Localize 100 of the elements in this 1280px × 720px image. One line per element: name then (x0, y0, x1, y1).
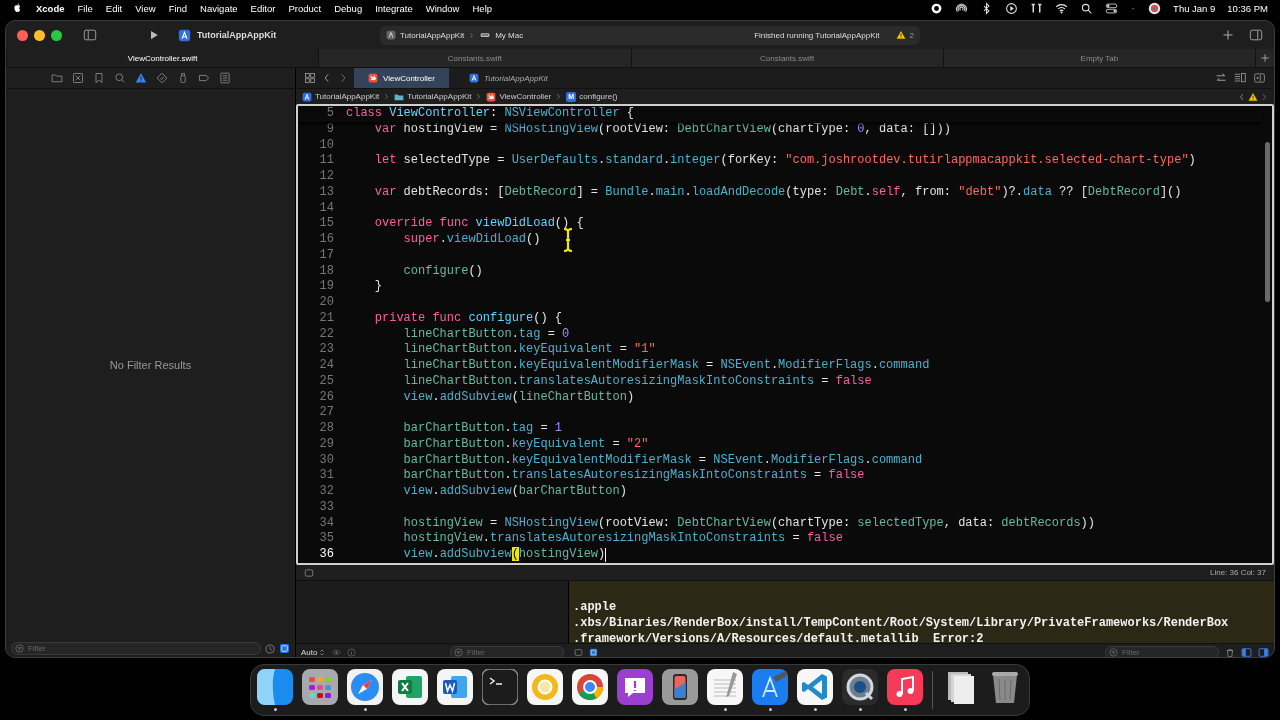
left-panel-icon[interactable] (1241, 647, 1252, 657)
line-number: 10 (318, 137, 335, 154)
x-square-icon[interactable] (71, 72, 84, 84)
line-number: 30 (318, 452, 335, 469)
computer-icon (479, 30, 492, 40)
menu-item[interactable]: Find (168, 2, 188, 14)
menu-item[interactable]: Edit (105, 2, 123, 14)
earbuds-icon[interactable] (1030, 1, 1044, 15)
airdrop-icon[interactable] (955, 1, 969, 15)
breadcrumb-item[interactable]: ViewController (499, 92, 552, 101)
swap-icon[interactable] (1215, 72, 1227, 84)
spreadsheet-icon[interactable] (392, 669, 428, 705)
grid-icon[interactable] (304, 72, 316, 84)
phone-icon[interactable] (662, 669, 698, 705)
app-icon (386, 30, 396, 40)
destination-selector[interactable]: My Mac (495, 30, 524, 40)
line-number: 33 (318, 499, 335, 516)
notepad-icon[interactable] (707, 669, 743, 705)
plus-icon[interactable] (1222, 29, 1234, 41)
close-button[interactable] (17, 29, 28, 41)
ring-icon[interactable] (527, 669, 563, 705)
right-panel-icon[interactable] (1258, 647, 1269, 657)
scope-selector[interactable]: Auto (301, 648, 327, 657)
minimap-icon[interactable] (1233, 72, 1247, 84)
warning-icon[interactable] (134, 72, 147, 84)
line-number: 12 (318, 169, 335, 185)
chevron-icon (468, 30, 476, 40)
code-line: view.addSubview(lineChartButton) (403, 389, 635, 406)
search-icon[interactable] (1080, 1, 1094, 15)
browser-wheel-icon[interactable] (572, 669, 608, 705)
control-center-icon[interactable] (1105, 1, 1119, 15)
speech-bubble-icon[interactable] (617, 669, 653, 705)
add-editor-icon[interactable] (1253, 72, 1266, 84)
hammer-icon[interactable] (752, 669, 788, 705)
editor-tab[interactable]: ViewController (354, 68, 449, 88)
list-icon[interactable] (218, 72, 231, 84)
line-number: 28 (318, 421, 335, 437)
line-number: 19 (318, 279, 335, 295)
line-number: 13 (318, 184, 335, 201)
menu-item[interactable]: View (135, 2, 156, 14)
project-name: TutorialAppAppKit (197, 30, 277, 40)
clock-icon[interactable] (265, 643, 275, 654)
zoom-button[interactable] (51, 29, 62, 41)
scope-toggle-icon[interactable] (279, 643, 290, 654)
forward-icon[interactable] (338, 72, 348, 84)
scheme-selector[interactable]: TutorialAppAppKit (400, 30, 465, 40)
inspector-toggle-icon[interactable] (1248, 28, 1264, 42)
document-icon[interactable] (437, 669, 473, 705)
breadcrumb-item[interactable]: TutorialAppAppKit (315, 92, 380, 101)
ribbon-icon[interactable] (797, 669, 833, 705)
record-icon[interactable] (930, 1, 944, 15)
menu-item[interactable]: Window (425, 2, 460, 14)
scrollbar-thumb[interactable] (1264, 142, 1270, 302)
filter-icon (15, 644, 24, 653)
folder-icon[interactable] (50, 72, 63, 84)
code-line: barChartButton.keyEquivalent = "2" (403, 436, 649, 453)
project-icon (302, 91, 312, 102)
menu-item[interactable]: Navigate (200, 2, 238, 14)
breakpoint-icon[interactable] (197, 72, 210, 84)
launcher-grid-icon[interactable] (302, 669, 338, 705)
breadcrumb-item[interactable]: TutorialAppAppKit (407, 92, 472, 101)
play-circle-icon[interactable] (1005, 1, 1019, 15)
sidebar-toggle-icon[interactable] (82, 28, 98, 42)
play-icon[interactable] (148, 29, 160, 41)
menu-item[interactable]: Product (288, 2, 322, 14)
menu-bar-date[interactable]: Thu Jan 9 (1173, 2, 1216, 14)
line-number: 5 (325, 106, 335, 122)
plus-icon[interactable] (1260, 53, 1270, 63)
file-tab[interactable]: ViewController.swift (6, 49, 319, 67)
wifi-icon[interactable] (1055, 1, 1069, 15)
avatar-icon[interactable] (1148, 1, 1162, 15)
warning-icon[interactable] (1248, 91, 1258, 102)
code-line: barChartButton.translatesAutoresizingMaskIntoConstraints = false (403, 468, 865, 484)
menu-bar-time[interactable]: 10:36 PM (1227, 2, 1268, 14)
music-note-icon[interactable] (887, 669, 923, 705)
breadcrumb-item[interactable]: configure() (579, 92, 618, 101)
menu-item[interactable]: File (77, 2, 93, 14)
warning-icon[interactable] (895, 30, 906, 40)
back-icon[interactable] (322, 72, 332, 84)
clear-icon[interactable] (574, 648, 583, 657)
line-number: 14 (318, 200, 335, 217)
diamond-icon[interactable] (155, 72, 168, 84)
terminal-icon[interactable] (482, 669, 518, 705)
swift-file-icon (486, 91, 497, 102)
console-toggle-icon[interactable] (304, 567, 314, 578)
scope-toggle-icon[interactable] (589, 648, 598, 657)
minimize-button[interactable] (34, 29, 45, 41)
menu-item[interactable]: Editor (250, 2, 276, 14)
code-line: barChartButton.keyEquivalentModifierMask = NSEvent.ModifierFlags.command (403, 452, 923, 469)
chevron-icon (383, 92, 391, 101)
menu-item[interactable]: Help (472, 2, 493, 14)
menu-item[interactable]: Debug (334, 2, 363, 14)
app-menu[interactable]: Xcode (36, 2, 65, 14)
bookmark-icon[interactable] (92, 72, 105, 84)
trash-icon[interactable] (1225, 647, 1235, 657)
editor-tab[interactable]: TutorialAppAppKit (454, 68, 562, 88)
menu-item[interactable]: Integrate (375, 2, 413, 14)
compass-icon[interactable] (347, 669, 383, 705)
line-number: 35 (318, 531, 335, 547)
warning-count[interactable]: 2 (909, 30, 914, 40)
